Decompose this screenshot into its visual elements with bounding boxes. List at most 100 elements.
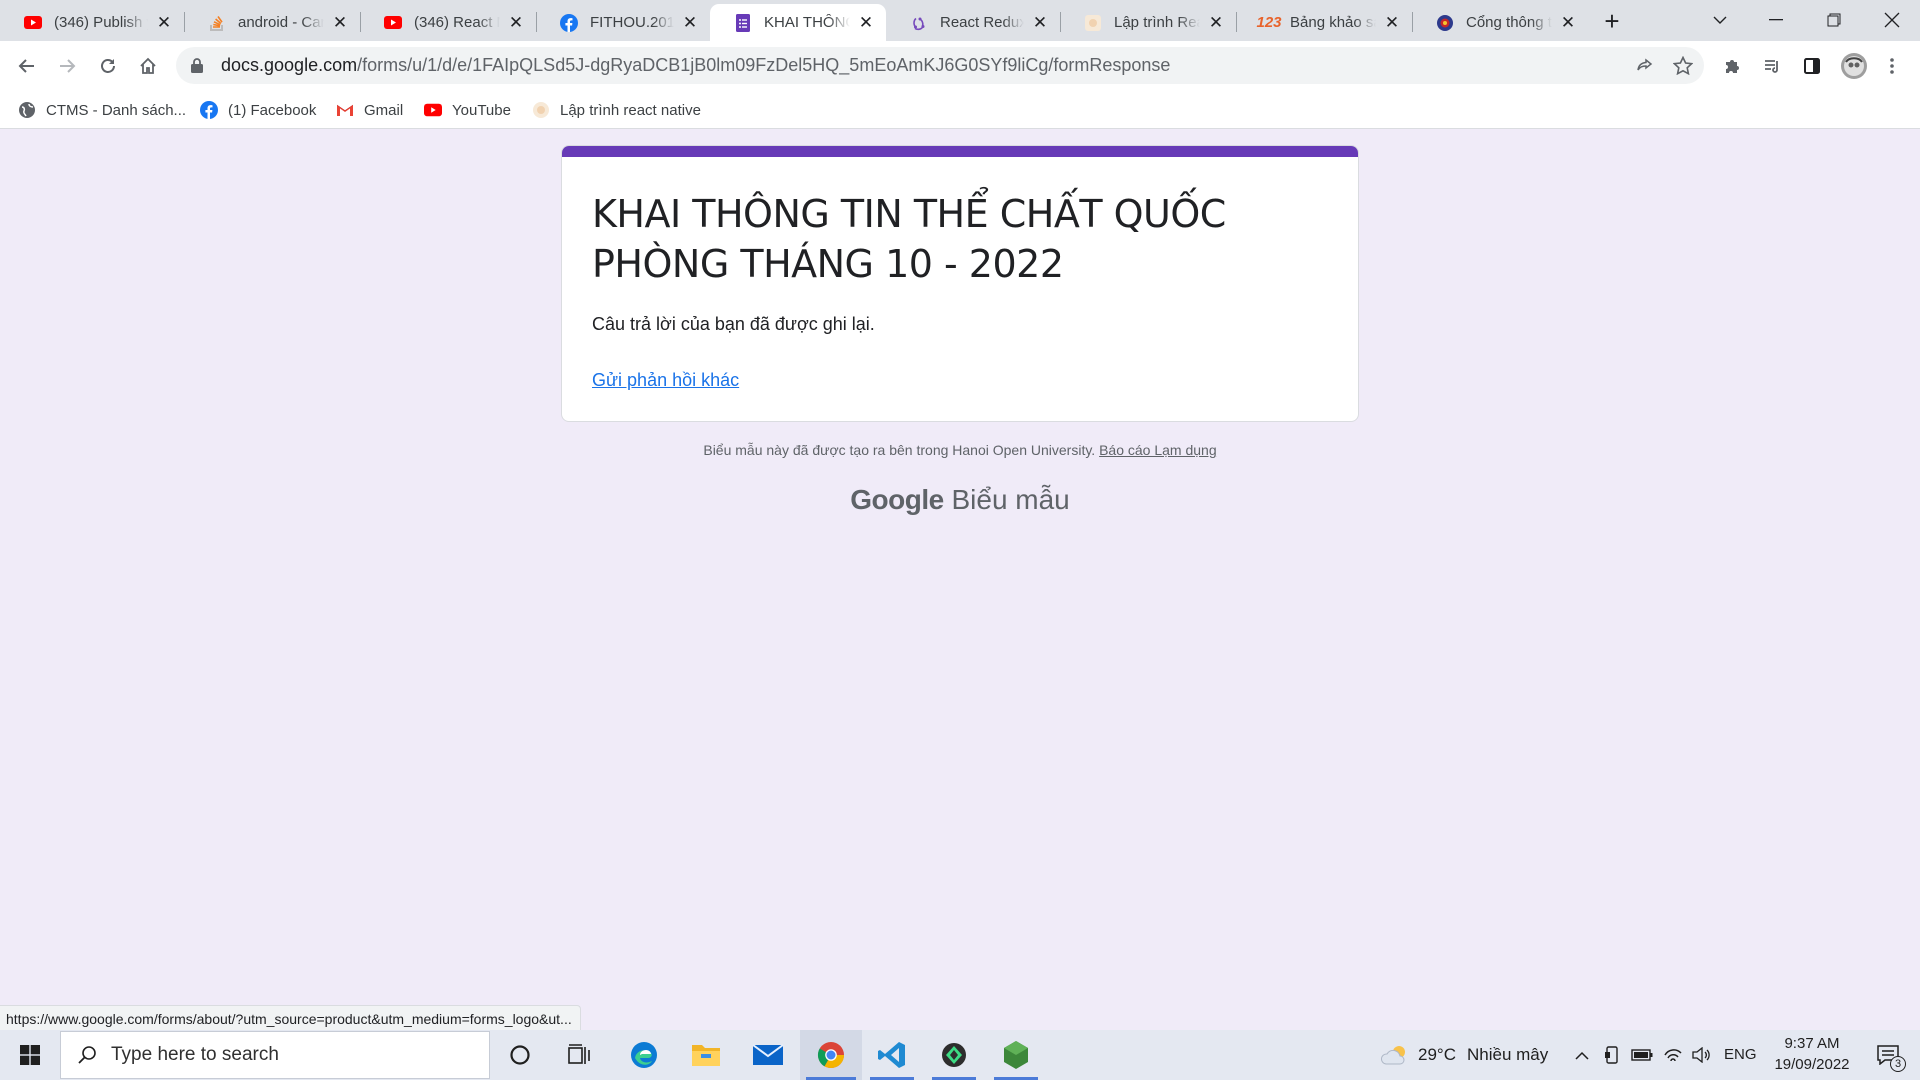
tab-bang-khao-sat[interactable]: 123 Bảng khảo sát ✕ bbox=[1236, 4, 1412, 41]
side-panel-button[interactable] bbox=[1796, 50, 1828, 82]
tab-publish[interactable]: (346) Publish y ✕ bbox=[0, 4, 184, 41]
bookmark-react-native[interactable]: Lập trình react native bbox=[532, 98, 701, 122]
forward-button[interactable] bbox=[51, 50, 83, 82]
reload-button[interactable] bbox=[92, 50, 124, 82]
close-icon[interactable]: ✕ bbox=[1206, 13, 1226, 33]
tab-title: (346) React Na bbox=[414, 14, 500, 31]
close-icon[interactable]: ✕ bbox=[1030, 13, 1050, 33]
search-icon bbox=[78, 1046, 96, 1064]
star-icon[interactable] bbox=[1673, 56, 1693, 75]
forms-wordmark: Biểu mẫu bbox=[951, 484, 1070, 515]
tab-fithou[interactable]: FITHOU.2010A ✕ bbox=[536, 4, 710, 41]
close-icon[interactable]: ✕ bbox=[330, 13, 350, 33]
windows-icon bbox=[20, 1045, 40, 1065]
tab-android[interactable]: android - Can ✕ bbox=[184, 4, 360, 41]
tab-lap-trinh-react[interactable]: Lập trình Reac ✕ bbox=[1060, 4, 1236, 41]
nodejs-icon bbox=[1004, 1041, 1028, 1069]
link-status-bar: https://www.google.com/forms/about/?utm_… bbox=[0, 1005, 581, 1031]
task-view-button[interactable] bbox=[556, 1030, 604, 1080]
app-taskbar-icon[interactable] bbox=[926, 1030, 982, 1080]
input-language[interactable]: ENG bbox=[1724, 1046, 1757, 1063]
minimize-button[interactable] bbox=[1748, 0, 1804, 40]
close-icon[interactable]: ✕ bbox=[154, 13, 174, 33]
back-button[interactable] bbox=[11, 50, 43, 82]
clock-time: 9:37 AM bbox=[1784, 1035, 1840, 1052]
tab-title: Lập trình Reac bbox=[1114, 14, 1200, 31]
device-icon bbox=[1605, 1046, 1618, 1064]
close-icon bbox=[1884, 12, 1900, 28]
volume-button[interactable] bbox=[1688, 1030, 1714, 1080]
edge-taskbar-icon[interactable] bbox=[618, 1030, 670, 1080]
youtube-icon bbox=[384, 14, 402, 32]
weather-widget[interactable] bbox=[1378, 1030, 1414, 1080]
report-abuse-link[interactable]: Báo cáo Lạm dụng bbox=[1099, 442, 1217, 458]
page-icon bbox=[1084, 14, 1102, 32]
taskbar-search-box[interactable]: Type here to search bbox=[60, 1031, 490, 1079]
bookmark-ctms[interactable]: CTMS - Danh sách... bbox=[18, 98, 186, 122]
form-title: KHAI THÔNG TIN THỂ CHẤT QUỐC PHÒNG THÁNG… bbox=[592, 192, 1226, 286]
bookmark-gmail[interactable]: Gmail bbox=[336, 98, 403, 122]
chrome-taskbar-icon[interactable] bbox=[800, 1030, 862, 1080]
vscode-taskbar-icon[interactable] bbox=[864, 1030, 920, 1080]
cortana-button[interactable] bbox=[496, 1030, 544, 1080]
form-response-card: KHAI THÔNG TIN THỂ CHẤT QUỐC PHÒNG THÁNG… bbox=[561, 145, 1359, 422]
device-tray-button[interactable] bbox=[1600, 1030, 1624, 1080]
close-icon[interactable]: ✕ bbox=[1382, 13, 1402, 33]
bookmark-label: Gmail bbox=[364, 101, 404, 119]
bookmark-facebook[interactable]: (1) Facebook bbox=[200, 98, 316, 122]
chrome-menu-button[interactable] bbox=[1876, 50, 1908, 82]
tab-search-button[interactable] bbox=[1692, 0, 1748, 40]
close-icon[interactable]: ✕ bbox=[680, 13, 700, 33]
tab-title: Bảng khảo sát bbox=[1290, 14, 1376, 31]
tab-react-native-video[interactable]: (346) React Na ✕ bbox=[360, 4, 536, 41]
restore-button[interactable] bbox=[1806, 0, 1862, 40]
battery-icon bbox=[1631, 1049, 1653, 1061]
facebook-icon bbox=[200, 101, 218, 119]
profile-avatar[interactable] bbox=[1838, 50, 1870, 82]
submit-another-link[interactable]: Gửi phản hồi khác bbox=[592, 370, 739, 391]
tab-khai-thong-tin[interactable]: KHAI THÔNG ✕ bbox=[710, 4, 886, 41]
tab-cong-thong-tin[interactable]: Cổng thông ti ✕ bbox=[1412, 4, 1588, 41]
new-tab-button[interactable]: + bbox=[1598, 8, 1626, 36]
partly-cloudy-icon bbox=[1381, 1046, 1405, 1065]
close-icon[interactable]: ✕ bbox=[1558, 13, 1578, 33]
weather-temperature[interactable]: 29°C bbox=[1418, 1045, 1456, 1065]
tab-title: React Redux | bbox=[940, 14, 1024, 31]
cortana-icon bbox=[510, 1045, 530, 1065]
google-forms-icon bbox=[734, 13, 752, 32]
bookmark-label: Lập trình react native bbox=[560, 101, 701, 119]
tab-strip: (346) Publish y ✕ android - Can ✕ (346) … bbox=[0, 0, 1920, 41]
share-icon[interactable] bbox=[1636, 57, 1654, 75]
media-control-button[interactable] bbox=[1756, 50, 1788, 82]
home-button[interactable] bbox=[132, 50, 164, 82]
url-host: docs.google.com bbox=[221, 55, 358, 75]
weather-description[interactable]: Nhiều mây bbox=[1467, 1045, 1548, 1065]
google-forms-logo[interactable]: Google Biểu mẫu bbox=[0, 484, 1920, 516]
tab-react-redux[interactable]: React Redux | ✕ bbox=[886, 4, 1060, 41]
speaker-icon bbox=[1692, 1047, 1710, 1063]
tab-title: android - Can bbox=[238, 14, 324, 31]
bookmark-label: (1) Facebook bbox=[228, 101, 317, 119]
show-hidden-icons-button[interactable] bbox=[1570, 1030, 1594, 1080]
notification-center-button[interactable]: 3 bbox=[1866, 1030, 1910, 1080]
youtube-icon bbox=[24, 14, 42, 32]
close-icon[interactable]: ✕ bbox=[506, 13, 526, 33]
address-bar[interactable]: docs.google.com/forms/u/1/d/e/1FAIpQLSd5… bbox=[176, 47, 1704, 84]
facebook-icon bbox=[560, 13, 578, 32]
close-window-button[interactable] bbox=[1864, 0, 1920, 40]
mail-taskbar-icon[interactable] bbox=[742, 1030, 794, 1080]
globe-icon bbox=[18, 101, 36, 119]
battery-button[interactable] bbox=[1628, 1030, 1656, 1080]
form-footer: Biểu mẫu này đã được tạo ra bên trong Ha… bbox=[0, 442, 1920, 458]
file-explorer-taskbar-icon[interactable] bbox=[680, 1030, 732, 1080]
bookmark-youtube[interactable]: YouTube bbox=[424, 98, 511, 122]
start-button[interactable] bbox=[0, 1030, 60, 1080]
nodejs-taskbar-icon[interactable] bbox=[988, 1030, 1044, 1080]
close-icon[interactable]: ✕ bbox=[856, 13, 876, 33]
extensions-button[interactable] bbox=[1716, 50, 1748, 82]
arrow-right-icon bbox=[60, 59, 76, 73]
folder-icon bbox=[692, 1045, 720, 1066]
wifi-button[interactable] bbox=[1660, 1030, 1686, 1080]
clock-date: 19/09/2022 bbox=[1774, 1056, 1850, 1073]
clock[interactable]: 9:37 AM 19/09/2022 bbox=[1766, 1034, 1858, 1076]
